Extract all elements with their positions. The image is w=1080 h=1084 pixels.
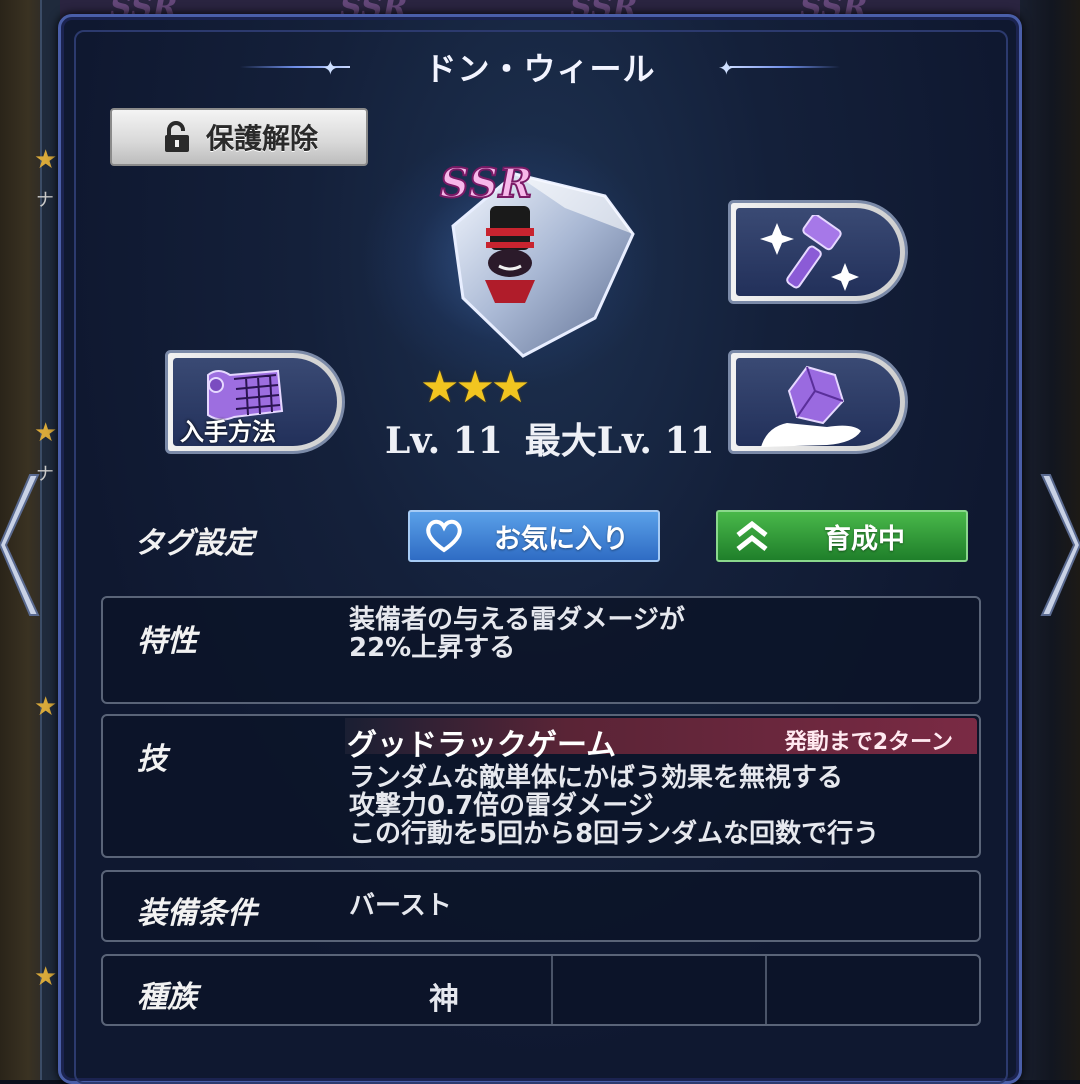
upgrade-button[interactable] [728, 200, 908, 304]
equip-condition-section: 装備条件 バースト [101, 870, 981, 942]
equip-condition-value: バースト [349, 891, 452, 921]
star-icon: ★ [34, 145, 58, 175]
skill-description: ランダムな敵単体にかばう効果を無視する 攻撃力0.7倍の雷ダメージ この行動を5… [349, 764, 879, 848]
sparkle-icon: ✦ [322, 56, 339, 80]
double-chevron-up-icon [736, 520, 768, 551]
race-divider [765, 956, 767, 1024]
unprotect-button-label: 保護解除 [205, 122, 318, 155]
race-section: 種族 神 [101, 954, 981, 1026]
skill-line: 攻撃力0.7倍の雷ダメージ [349, 791, 654, 821]
star-icon: ★ [34, 962, 58, 992]
level-display: Lv. 11 最大Lv. 11 [385, 412, 737, 464]
trait-label: 特性 [137, 624, 197, 659]
gem-hand-icon [761, 365, 861, 447]
star-icon: ★ [34, 692, 58, 722]
max-level: 最大Lv. 11 [524, 420, 715, 462]
sparkle-hammer-icon [760, 215, 859, 291]
unprotect-button[interactable]: 保護解除 [110, 108, 368, 166]
rarity-badge: SSR [439, 159, 534, 208]
current-level: Lv. 11 [385, 420, 503, 462]
star-rating: ★★★ [420, 362, 530, 413]
title-divider-right [730, 66, 840, 68]
training-tag-label: 育成中 [824, 523, 905, 555]
skill-section: 技 グッドラックゲーム 発動まで2ターン ランダムな敵単体にかばう効果を無視する… [101, 714, 981, 858]
next-arrow-icon[interactable] [1040, 470, 1080, 620]
unlock-icon [164, 121, 189, 152]
trait-line: 装備者の与える雷ダメージが [349, 605, 685, 635]
skill-cooldown: 発動まで2ターン [784, 730, 953, 755]
acquire-method-label: 入手方法 [180, 418, 276, 446]
page-title: ドン・ウィール [424, 50, 656, 88]
equip-condition-label: 装備条件 [137, 896, 257, 931]
trait-section: 特性 装備者の与える雷ダメージが 22%上昇する [101, 596, 981, 704]
race-divider [551, 956, 553, 1024]
trait-text: 装備者の与える雷ダメージが 22%上昇する [349, 606, 685, 662]
background-label: ナ [36, 190, 54, 211]
acquire-method-button[interactable]: 入手方法 [165, 350, 345, 454]
race-label: 種族 [137, 980, 197, 1015]
sparkle-icon: ✦ [718, 56, 735, 80]
star-icon: ★ [34, 418, 58, 448]
skill-line: ランダムな敵単体にかばう効果を無視する [349, 763, 844, 793]
skill-line: この行動を5回から8回ランダムな回数で行う [349, 819, 880, 849]
convert-button[interactable] [728, 350, 908, 454]
heart-icon [426, 519, 462, 553]
skill-name: グッドラックゲーム [347, 728, 617, 763]
skill-label: 技 [137, 742, 167, 777]
trait-line: 22%上昇する [349, 633, 516, 663]
prev-arrow-icon[interactable] [0, 470, 40, 620]
race-value: 神 [429, 982, 459, 1017]
tag-settings-label: タグ設定 [134, 526, 254, 561]
favorite-tag-button[interactable]: お気に入り [408, 510, 660, 562]
training-tag-button[interactable]: 育成中 [716, 510, 968, 562]
favorite-tag-label: お気に入り [494, 523, 629, 555]
